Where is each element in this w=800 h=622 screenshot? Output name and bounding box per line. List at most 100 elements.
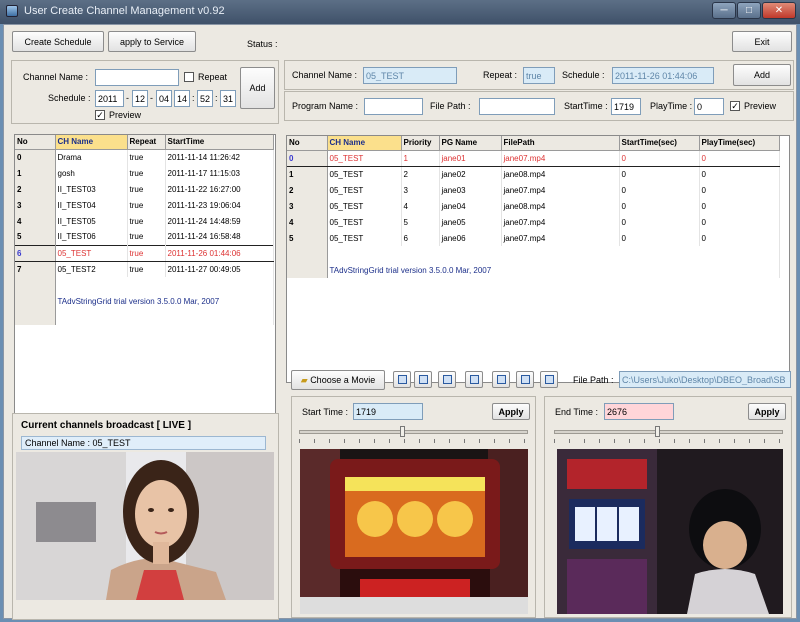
start-slider-thumb[interactable] xyxy=(399,426,405,437)
table-row[interactable]: 4 II_TEST05 true 2011-11-24 14:48:59 xyxy=(15,213,274,229)
row-starttime: 0 xyxy=(619,166,700,182)
maximize-button[interactable]: □ xyxy=(737,2,761,19)
row-pg-name: jane04 xyxy=(439,198,502,214)
table-row[interactable]: 4 05_TEST 5 jane05 jane07.mp4 0 0 xyxy=(287,214,780,230)
start-time-label: StartTime : xyxy=(564,101,608,111)
table-row[interactable]: 7 05_TEST2 true 2011-11-27 00:49:05 xyxy=(15,261,274,277)
movie-file-path-display xyxy=(619,371,791,388)
repeat-label: Repeat xyxy=(198,72,228,82)
column-header-no[interactable]: No xyxy=(15,135,56,150)
schedule-month-input[interactable] xyxy=(132,90,148,107)
column-header-ch-name[interactable]: CH Name xyxy=(327,136,402,151)
time-separator: : xyxy=(192,93,195,103)
row-ch-name: II_TEST04 xyxy=(55,197,128,213)
column-header-priority[interactable]: Priority xyxy=(401,136,440,151)
row-ch-name: II_TEST05 xyxy=(55,213,128,229)
channel-grid[interactable]: No CH Name Repeat StartTime 0 Drama true 20… xyxy=(14,134,276,420)
row-filepath: jane07.mp4 xyxy=(501,214,620,230)
row-priority: 4 xyxy=(401,198,440,214)
channel-name-input[interactable] xyxy=(95,69,179,86)
repeat-checkbox[interactable] xyxy=(184,72,194,82)
column-header-no[interactable]: No xyxy=(287,136,328,151)
play-time-label: PlayTime : xyxy=(650,101,693,111)
column-header-playtime-sec[interactable]: PlayTime(sec) xyxy=(699,136,780,151)
last-frame-icon[interactable] xyxy=(516,371,534,388)
minimize-button[interactable]: ─ xyxy=(712,2,736,19)
table-row-selected[interactable]: 6 05_TEST true 2011-11-26 01:44:06 xyxy=(15,244,274,262)
exit-button[interactable]: Exit xyxy=(732,31,792,52)
prev-frame-icon[interactable] xyxy=(414,371,432,388)
next-frame-icon[interactable] xyxy=(492,371,510,388)
table-row[interactable]: 2 II_TEST03 true 2011-11-22 16:27:00 xyxy=(15,181,274,197)
stop-icon[interactable] xyxy=(438,371,456,388)
movie-file-path-label: File Path : xyxy=(573,375,614,385)
table-row[interactable]: 1 gosh true 2011-11-17 11:15:03 xyxy=(15,165,274,181)
row-priority: 2 xyxy=(401,166,440,182)
row-starttime: 0 xyxy=(619,230,700,246)
window-client: Create Schedule apply to Service Status … xyxy=(3,24,797,620)
preview-checkbox[interactable]: ✓ xyxy=(730,101,740,111)
play-time-input[interactable] xyxy=(694,98,724,115)
program-grid[interactable]: No CH Name Priority PG Name FilePath Sta… xyxy=(286,135,790,383)
row-no: 5 xyxy=(287,230,328,246)
add-program-button[interactable]: Add xyxy=(733,64,791,86)
add-channel-button[interactable]: Add xyxy=(240,67,275,109)
table-row[interactable]: 3 05_TEST 4 jane04 jane08.mp4 0 0 xyxy=(287,198,780,214)
table-row[interactable]: 5 II_TEST06 true 2011-11-24 16:58:48 xyxy=(15,229,274,245)
eject-icon[interactable] xyxy=(540,371,558,388)
apply-to-service-button[interactable]: apply to Service xyxy=(108,31,196,52)
column-header-filepath[interactable]: FilePath xyxy=(501,136,620,151)
row-no: 3 xyxy=(15,197,56,213)
row-no-empty xyxy=(15,309,56,325)
live-panel: Current channels broadcast [ LIVE ] Chan… xyxy=(12,413,279,620)
row-playtime: 0 xyxy=(699,182,780,198)
column-header-pg-name[interactable]: PG Name xyxy=(439,136,502,151)
column-header-starttime-sec[interactable]: StartTime(sec) xyxy=(619,136,700,151)
row-no: 1 xyxy=(287,166,328,182)
file-path-input[interactable] xyxy=(479,98,555,115)
play-icon[interactable] xyxy=(465,371,483,388)
table-row[interactable]: 0 Drama true 2011-11-14 11:26:42 xyxy=(15,149,274,165)
schedule-second-input[interactable] xyxy=(220,90,236,107)
table-row[interactable]: 1 05_TEST 2 jane02 jane08.mp4 0 0 xyxy=(287,166,780,182)
row-filepath: jane08.mp4 xyxy=(501,198,620,214)
row-no: 1 xyxy=(15,165,56,181)
start-slider-track[interactable] xyxy=(299,430,528,434)
first-frame-icon[interactable] xyxy=(393,371,411,388)
table-row[interactable]: 2 05_TEST 3 jane03 jane07.mp4 0 0 xyxy=(287,182,780,198)
schedule-hour-input[interactable] xyxy=(174,90,190,107)
status-label: Status : xyxy=(247,39,278,49)
table-row[interactable]: 5 05_TEST 6 jane06 jane07.mp4 0 0 xyxy=(287,230,780,246)
column-header-repeat[interactable]: Repeat xyxy=(127,135,166,150)
end-apply-button[interactable]: Apply xyxy=(748,403,786,420)
schedule-minute-input[interactable] xyxy=(197,90,213,107)
row-repeat: true xyxy=(127,261,166,277)
column-header-starttime[interactable]: StartTime xyxy=(165,135,274,150)
start-video-frame xyxy=(300,449,528,614)
media-controls xyxy=(393,371,563,389)
row-pg-name: jane05 xyxy=(439,214,502,230)
start-time-label: Start Time : xyxy=(302,407,349,417)
close-button[interactable]: ✕ xyxy=(762,2,796,19)
table-row[interactable]: 3 II_TEST04 true 2011-11-23 19:06:04 xyxy=(15,197,274,213)
schedule-day-input[interactable] xyxy=(156,90,172,107)
row-starttime: 2011-11-14 11:26:42 xyxy=(165,149,274,165)
create-schedule-button[interactable]: Create Schedule xyxy=(12,31,104,52)
start-time-input[interactable] xyxy=(611,98,641,115)
row-ch-name: 05_TEST xyxy=(327,230,402,246)
schedule-year-input[interactable] xyxy=(95,90,124,107)
row-ch-name: 05_TEST xyxy=(327,149,402,167)
column-header-ch-name[interactable]: CH Name xyxy=(55,135,128,150)
end-video-frame xyxy=(557,449,783,614)
preview-checkbox[interactable]: ✓ xyxy=(95,110,105,120)
row-pg-name: jane06 xyxy=(439,230,502,246)
preview-label: Preview xyxy=(744,101,777,111)
end-slider-track[interactable] xyxy=(554,430,783,434)
choose-movie-button[interactable]: ▰ Choose a Movie xyxy=(291,370,385,390)
end-slider-thumb[interactable] xyxy=(654,426,660,437)
row-playtime: 0 xyxy=(699,198,780,214)
row-ch-name: 05_TEST xyxy=(55,244,128,262)
start-apply-button[interactable]: Apply xyxy=(492,403,530,420)
program-name-input[interactable] xyxy=(364,98,423,115)
table-row-selected[interactable]: 0 05_TEST 1 jane01 jane07.mp4 0 0 xyxy=(287,149,780,167)
